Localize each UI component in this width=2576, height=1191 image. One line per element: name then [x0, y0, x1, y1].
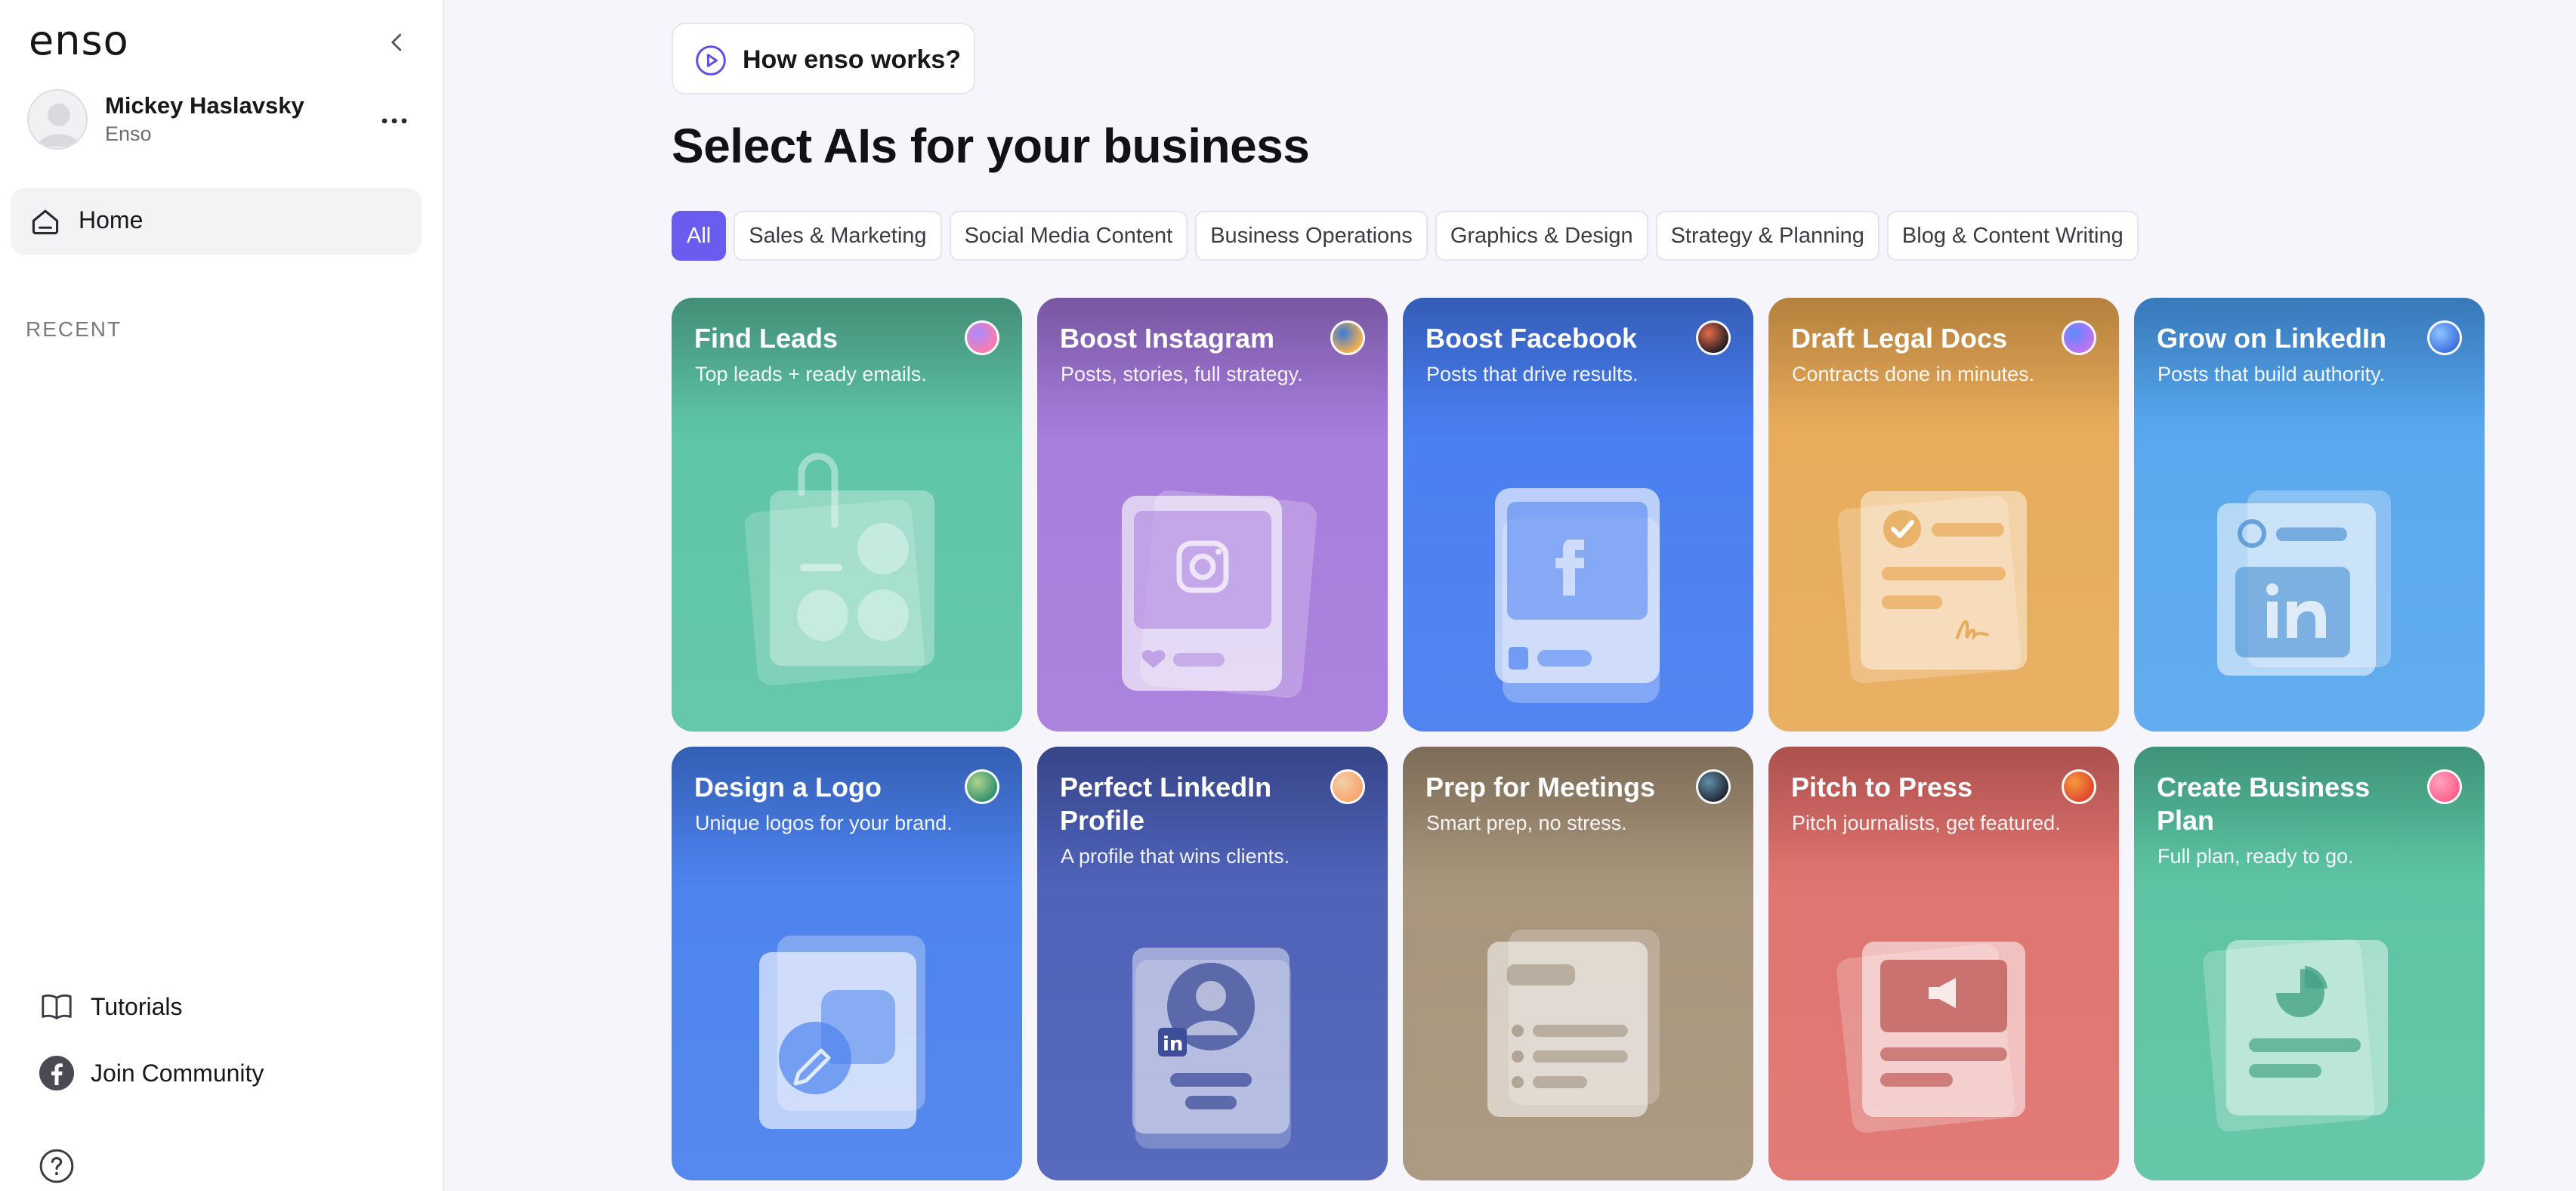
card-title: Create Business Plan — [2157, 772, 2371, 836]
card-subtitle: Smart prep, no stress. — [1426, 812, 1627, 834]
filter-chip-sales-marketing[interactable]: Sales & Marketing — [734, 211, 942, 261]
card-create-business-plan[interactable]: Create Business Plan Full plan, ready to… — [2134, 747, 2485, 1180]
card-subtitle: Posts that build authority. — [2157, 363, 2386, 385]
ai-agent-avatar-icon — [965, 320, 999, 355]
user-profile[interactable]: Mickey Haslavsky Enso — [27, 89, 420, 153]
card-prep-for-meetings[interactable]: Prep for Meetings Smart prep, no stress. — [1403, 747, 1753, 1180]
collapse-sidebar-button[interactable] — [381, 26, 414, 59]
card-subtitle: Full plan, ready to go. — [2157, 845, 2354, 868]
card-subtitle: A profile that wins clients. — [1061, 845, 1290, 868]
card-boost-facebook[interactable]: Boost Facebook Posts that drive results. — [1403, 298, 1753, 732]
how-enso-works-label: How enso works? — [743, 45, 962, 74]
filter-chip-social-media-content[interactable]: Social Media Content — [949, 211, 1188, 261]
user-placeholder-icon — [38, 104, 80, 147]
ai-agent-avatar-icon — [965, 769, 999, 804]
card-subtitle: Posts that drive results. — [1426, 363, 1639, 385]
more-horizontal-icon — [381, 118, 407, 124]
page-title: Select AIs for your business — [672, 119, 1310, 173]
user-organization: Enso — [105, 122, 152, 145]
home-icon — [32, 209, 59, 235]
sidebar: enso Mickey Haslavsky Enso Home RECENT T… — [0, 0, 444, 1191]
filter-chip-all[interactable]: All — [672, 211, 727, 261]
card-grow-on-linkedin[interactable]: Grow on LinkedIn Posts that build author… — [2134, 298, 2485, 732]
card-title: Design a Logo — [694, 772, 882, 803]
play-circle-icon — [696, 45, 726, 76]
join-community-link[interactable]: Join Community — [38, 1052, 400, 1094]
chevron-left-icon — [391, 33, 402, 51]
filter-chip-strategy-planning[interactable]: Strategy & Planning — [1655, 211, 1879, 261]
category-filters: All Sales & Marketing Social Media Conte… — [672, 211, 2139, 261]
ai-agent-avatar-icon — [1330, 320, 1365, 355]
card-subtitle: Pitch journalists, get featured. — [1792, 812, 2061, 834]
card-title: Grow on LinkedIn — [2157, 323, 2386, 354]
facebook-icon — [38, 1054, 76, 1092]
card-subtitle: Posts, stories, full strategy. — [1061, 363, 1303, 385]
card-title: Find Leads — [694, 323, 839, 354]
ai-agent-avatar-icon — [2062, 320, 2096, 355]
filter-chip-business-operations[interactable]: Business Operations — [1195, 211, 1428, 261]
more-options-button[interactable] — [376, 107, 412, 135]
card-draft-legal-docs[interactable]: Draft Legal Docs Contracts done in minut… — [1768, 298, 2119, 732]
card-boost-instagram[interactable]: Boost Instagram Posts, stories, full str… — [1037, 298, 1388, 732]
ai-agent-avatar-icon — [1330, 769, 1365, 804]
app-logo[interactable]: enso — [29, 17, 129, 64]
ai-agent-avatar-icon — [2427, 769, 2462, 804]
card-title: Prep for Meetings — [1425, 772, 1656, 803]
card-design-a-logo[interactable]: Design a Logo Unique logos for your bran… — [672, 747, 1022, 1180]
sidebar-item-home[interactable]: Home — [11, 188, 422, 255]
user-name: Mickey Haslavsky — [105, 92, 304, 119]
card-perfect-linkedin-profile[interactable]: in Perfect LinkedIn Profile A profile th… — [1037, 747, 1388, 1180]
sidebar-item-label: Home — [79, 206, 144, 234]
card-title: Pitch to Press — [1791, 772, 1973, 803]
ai-agent-avatar-icon — [1696, 769, 1731, 804]
book-icon — [38, 988, 76, 1025]
card-subtitle: Unique logos for your brand. — [695, 812, 953, 834]
tutorials-link[interactable]: Tutorials — [38, 985, 400, 1028]
svg-text:in: in — [1163, 1033, 1183, 1056]
recent-section-heading: RECENT — [26, 317, 122, 341]
ai-agent-avatar-icon — [2062, 769, 2096, 804]
card-title: Perfect LinkedIn Profile — [1060, 772, 1272, 836]
card-find-leads[interactable]: Find Leads Top leads + ready emails. — [672, 298, 1022, 732]
ai-agent-avatar-icon — [1696, 320, 1731, 355]
how-enso-works-button[interactable]: How enso works? — [672, 23, 975, 94]
card-title: Boost Instagram — [1060, 323, 1275, 354]
help-circle-icon — [39, 1149, 74, 1183]
card-subtitle: Contracts done in minutes. — [1792, 363, 2035, 385]
join-community-label: Join Community — [91, 1059, 264, 1087]
card-subtitle: Top leads + ready emails. — [695, 363, 927, 385]
card-pitch-to-press[interactable]: Pitch to Press Pitch journalists, get fe… — [1768, 747, 2119, 1180]
filter-chip-graphics-design[interactable]: Graphics & Design — [1435, 211, 1648, 261]
avatar — [27, 89, 88, 150]
card-title: Boost Facebook — [1425, 323, 1638, 354]
help-button[interactable] — [38, 1147, 76, 1185]
ai-agent-avatar-icon — [2427, 320, 2462, 355]
filter-chip-blog-content-writing[interactable]: Blog & Content Writing — [1886, 211, 2139, 261]
tutorials-label: Tutorials — [91, 992, 183, 1020]
card-title: Draft Legal Docs — [1791, 323, 2008, 354]
